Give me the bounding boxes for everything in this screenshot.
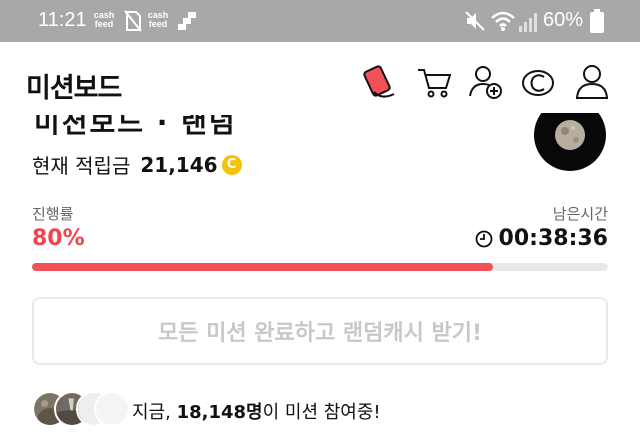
status-bar: 11:21 cash feed cash feed 60% (0, 0, 640, 42)
progress-bar (32, 263, 608, 271)
remaining-time-value: 00:38:36 (498, 226, 608, 251)
clock-icon (475, 230, 492, 247)
cart-icon[interactable] (414, 62, 454, 102)
page-title: 미션보드 (26, 73, 122, 104)
app-header: 미션보드 (0, 42, 640, 124)
participants-text: 지금, 18,148명이 미션 참여중! (132, 402, 381, 423)
cashfeed-notification-icon-2: cash feed (147, 10, 169, 29)
reward-label: 현재 적립금 (32, 154, 131, 178)
no-sim-icon (124, 10, 142, 32)
profile-icon[interactable] (572, 62, 612, 102)
cashfeed-notification-icon: cash feed (93, 10, 115, 29)
cash-coin-icon[interactable] (518, 62, 558, 102)
status-time: 11:21 (38, 9, 87, 31)
remaining-time-label: 남은시간 (552, 205, 608, 223)
coin-icon: C (221, 154, 242, 175)
random-cash-button[interactable]: 모든 미션 완료하고 랜덤캐시 받기! (32, 297, 608, 365)
participant-avatars (32, 391, 132, 429)
wifi-icon (491, 11, 515, 31)
progress-bar-fill (32, 263, 493, 271)
mission-thumbnail-image (534, 113, 606, 171)
progress-label: 진행률 (32, 205, 74, 223)
battery-icon (590, 9, 604, 33)
mission-title-scrolled: 미션보드 · 랜덤캐시 (34, 115, 237, 137)
remaining-time: 00:38:36 (475, 226, 608, 251)
mute-icon (465, 11, 485, 31)
progress-percent: 80% (32, 226, 85, 251)
avatar (94, 391, 130, 427)
reward-amount: 21,146 (140, 152, 218, 177)
current-reward: 현재 적립금 21,146 C (32, 150, 242, 179)
battery-percent: 60% (543, 9, 584, 31)
sticker-icon[interactable] (360, 62, 400, 102)
notification-stack-icon (178, 12, 196, 30)
participant-count: 18,148명 (176, 402, 263, 423)
add-friend-icon[interactable] (466, 62, 506, 102)
signal-icon (519, 13, 537, 32)
